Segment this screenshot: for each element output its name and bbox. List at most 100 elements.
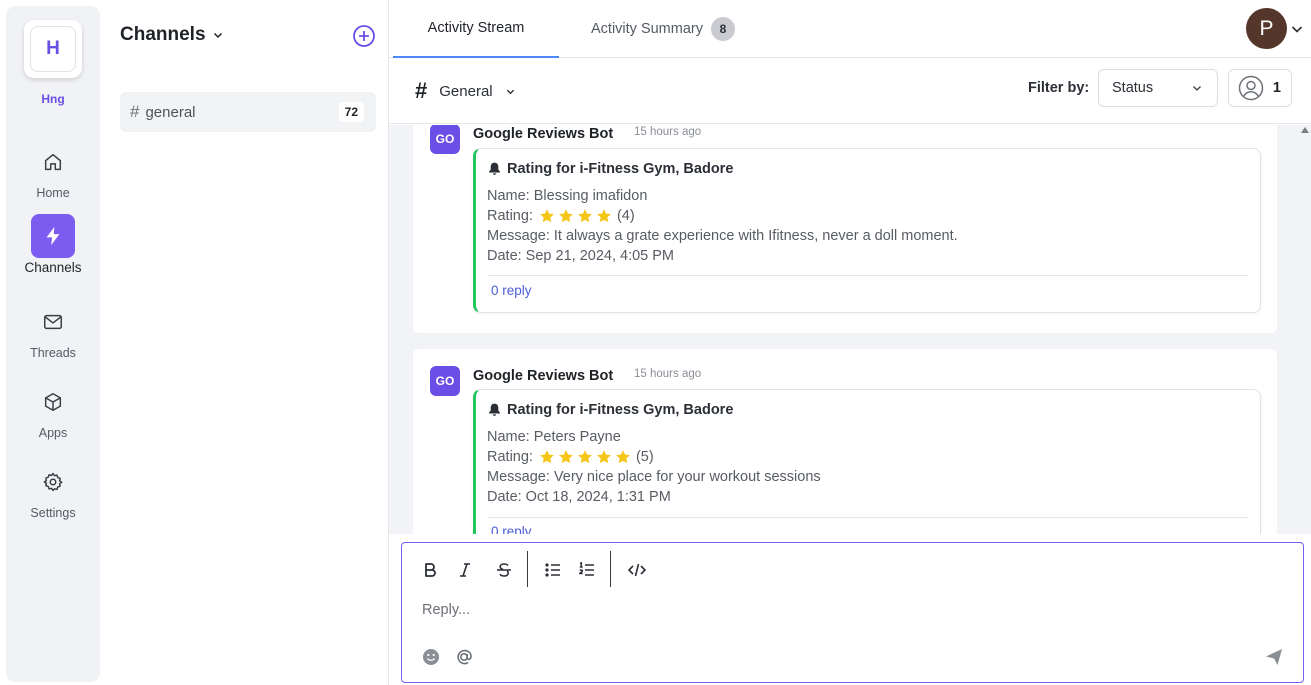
review-rating: Rating: (5) xyxy=(487,449,654,465)
add-channel-icon[interactable] xyxy=(352,24,376,48)
gear-icon xyxy=(31,460,75,504)
bullet-list-button[interactable] xyxy=(540,557,566,583)
numbered-list-icon xyxy=(579,561,594,576)
nav-home-label: Home xyxy=(36,186,70,200)
code-button[interactable] xyxy=(624,557,650,583)
nav-threads-label: Threads xyxy=(30,346,76,360)
mail-icon xyxy=(31,300,75,344)
workspace-logo[interactable]: H xyxy=(24,20,82,78)
channels-panel: Channels # general 72 xyxy=(100,0,389,685)
code-icon xyxy=(627,563,647,577)
channel-name: general xyxy=(145,103,196,121)
channels-title: Channels xyxy=(120,24,206,45)
nav-settings-label: Settings xyxy=(30,506,76,520)
channel-selector-label: General xyxy=(439,82,493,100)
chevron-down-icon xyxy=(1193,86,1201,91)
tab-activity-stream-label: Activity Stream xyxy=(427,20,525,36)
rating-stars xyxy=(539,449,631,465)
toolbar-divider xyxy=(527,551,528,587)
review-title-text: Rating for i-Fitness Gym, Badore xyxy=(507,402,734,418)
chevron-down-icon[interactable] xyxy=(1290,22,1304,36)
reviewer-name: Name: Blessing imafidon xyxy=(487,188,648,204)
status-filter-select[interactable]: Status xyxy=(1098,69,1218,107)
lightning-icon xyxy=(31,214,75,258)
bot-name[interactable]: Google Reviews Bot xyxy=(473,126,613,142)
tab-activity-summary-label: Activity Summary xyxy=(591,21,703,37)
chevron-down-icon xyxy=(506,89,514,94)
nav-apps-label: Apps xyxy=(38,426,68,440)
bot-avatar: GO xyxy=(430,366,460,396)
home-icon xyxy=(31,140,75,184)
send-icon[interactable] xyxy=(1264,647,1284,667)
bot-name[interactable]: Google Reviews Bot xyxy=(473,368,613,384)
rating-value: (4) xyxy=(616,208,635,224)
review-rating: Rating: (4) xyxy=(487,208,635,224)
star-icon xyxy=(540,450,554,464)
tab-bar: Activity Stream Activity Summary 8 P xyxy=(389,0,1311,58)
review-title: Rating for i-Fitness Gym, Badore xyxy=(488,402,733,418)
nav-settings[interactable]: Settings xyxy=(6,460,100,520)
rating-label: Rating: xyxy=(487,208,533,224)
user-circle-icon xyxy=(1238,75,1264,101)
emoji-icon[interactable] xyxy=(421,647,441,667)
workspace-initial: H xyxy=(30,26,76,72)
message-time: 15 hours ago xyxy=(634,368,702,380)
reviewer-name: Name: Peters Payne xyxy=(487,429,621,445)
message-item: GO Google Reviews Bot 15 hours ago Ratin… xyxy=(413,125,1277,333)
star-icon xyxy=(578,450,592,464)
channel-item-general[interactable]: # general 72 xyxy=(120,92,376,132)
nav-channels[interactable]: Channels xyxy=(6,214,100,275)
channel-unread-count: 72 xyxy=(338,102,364,122)
activity-summary-badge: 8 xyxy=(711,17,735,41)
strikethrough-button[interactable] xyxy=(491,557,517,583)
activity-feed[interactable]: GO Google Reviews Bot 15 hours ago Ratin… xyxy=(389,125,1311,534)
mention-icon[interactable] xyxy=(454,647,474,667)
workspace-rail: H Hng Home Channels Threads Apps Setting… xyxy=(6,6,100,682)
star-icon xyxy=(559,450,573,464)
chevron-down-icon xyxy=(213,32,222,39)
star-icon xyxy=(540,209,554,223)
message-time: 15 hours ago xyxy=(634,126,702,138)
review-card: Rating for i-Fitness Gym, Badore Name: B… xyxy=(473,148,1261,313)
card-divider xyxy=(487,517,1248,518)
italic-button[interactable] xyxy=(452,557,478,583)
tab-activity-summary[interactable]: Activity Summary 8 xyxy=(591,0,735,58)
review-title-text: Rating for i-Fitness Gym, Badore xyxy=(507,161,734,177)
bell-icon xyxy=(489,403,500,416)
hash-icon: # xyxy=(415,78,428,103)
numbered-list-button[interactable] xyxy=(574,557,600,583)
nav-channels-label: Channels xyxy=(24,260,82,275)
bullet-list-icon xyxy=(545,563,560,577)
nav-home[interactable]: Home xyxy=(6,140,100,200)
channels-dropdown[interactable]: Channels xyxy=(120,24,224,46)
workspace-name: Hng xyxy=(41,92,65,106)
reply-count-link[interactable]: 0 reply xyxy=(491,524,532,534)
review-title: Rating for i-Fitness Gym, Badore xyxy=(488,161,733,177)
reply-count-link[interactable]: 0 reply xyxy=(491,283,532,298)
user-filter-button[interactable]: 1 xyxy=(1228,69,1292,107)
rating-label: Rating: xyxy=(487,449,533,465)
channel-selector[interactable]: # General xyxy=(415,78,516,104)
review-date: Date: Sep 21, 2024, 4:05 PM xyxy=(487,248,675,264)
card-divider xyxy=(487,275,1248,276)
tab-activity-stream[interactable]: Activity Stream xyxy=(393,0,559,58)
hash-icon: # xyxy=(130,102,140,121)
user-filter-count: 1 xyxy=(1272,80,1281,96)
nav-apps[interactable]: Apps xyxy=(6,380,100,440)
message-item: GO Google Reviews Bot 15 hours ago Ratin… xyxy=(413,349,1277,534)
reply-composer xyxy=(401,542,1304,683)
nav-threads[interactable]: Threads xyxy=(6,300,100,360)
bold-button[interactable] xyxy=(417,557,443,583)
user-avatar[interactable]: P xyxy=(1246,8,1287,49)
channel-toolbar: # General Filter by: Status 1 xyxy=(389,58,1311,124)
scroll-up-arrow-icon[interactable] xyxy=(1301,127,1309,133)
review-date: Date: Oct 18, 2024, 1:31 PM xyxy=(487,489,671,505)
toolbar-divider xyxy=(610,551,611,587)
strikethrough-icon xyxy=(497,563,511,577)
filter-label: Filter by: xyxy=(1028,80,1090,96)
star-icon xyxy=(616,450,630,464)
cube-icon xyxy=(31,380,75,424)
star-icon xyxy=(597,450,611,464)
status-filter-value: Status xyxy=(1112,80,1154,96)
reply-input[interactable] xyxy=(422,599,1282,621)
